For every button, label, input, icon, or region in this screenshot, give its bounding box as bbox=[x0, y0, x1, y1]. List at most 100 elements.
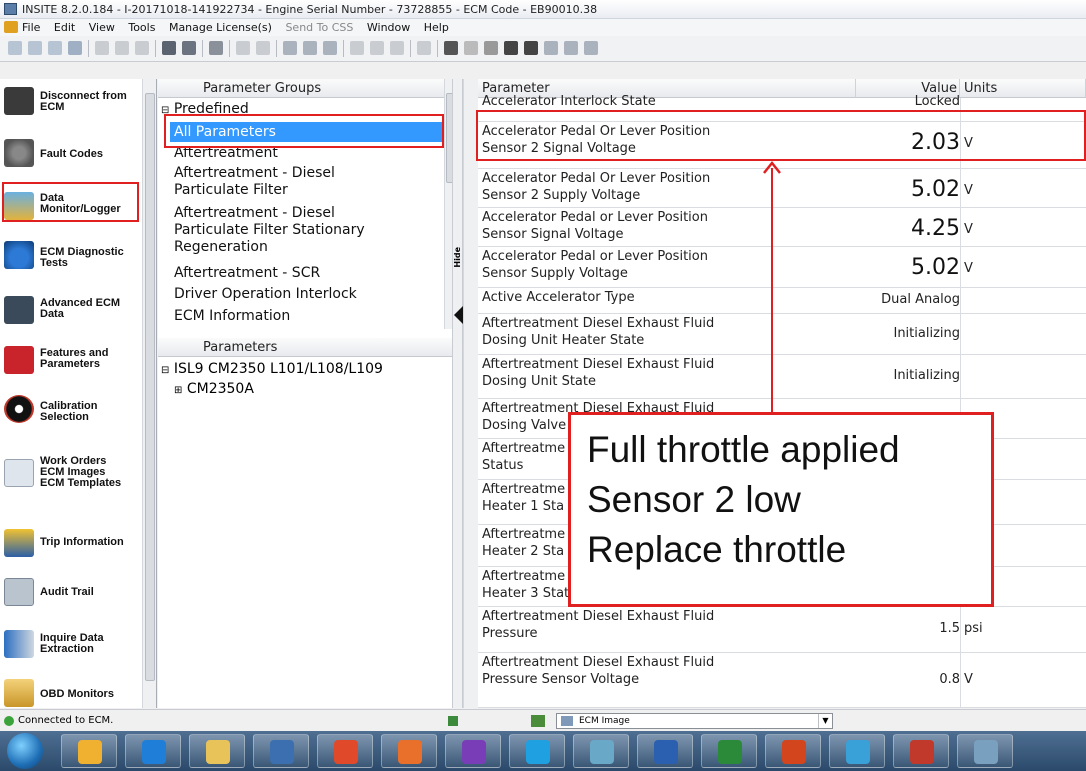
expand-icon[interactable]: ⊞ bbox=[174, 385, 182, 396]
toolbar-pause-icon[interactable] bbox=[504, 41, 518, 55]
window-title: INSITE 8.2.0.184 - I-20171018-141922734 … bbox=[22, 3, 598, 16]
table-row[interactable]: Aftertreatment Diesel Exhaust Fluid Dosi… bbox=[478, 355, 1086, 399]
menu-manage-license[interactable]: Manage License(s) bbox=[169, 21, 272, 34]
taskbar-button-network[interactable] bbox=[253, 734, 309, 768]
taskbar-button-office[interactable] bbox=[381, 734, 437, 768]
group-aftertreatment-dpf[interactable]: Aftertreatment - Diesel Particulate Filt… bbox=[170, 165, 448, 199]
taskbar-button-chrome[interactable] bbox=[317, 734, 373, 768]
start-orb-icon[interactable] bbox=[7, 733, 43, 769]
toolbar-stop-icon[interactable] bbox=[524, 41, 538, 55]
taskbar-button-skype[interactable] bbox=[509, 734, 565, 768]
toolbar-edit-icon[interactable] bbox=[256, 41, 270, 55]
toolbar-back-icon[interactable] bbox=[283, 41, 297, 55]
taskbar-button-internet-explorer[interactable] bbox=[125, 734, 181, 768]
status-bar: Connected to ECM. ECM Image ▼ bbox=[0, 709, 1086, 731]
table-row[interactable]: Accelerator Pedal Or Lever Position Sens… bbox=[478, 169, 1086, 208]
col-header-units[interactable]: Units bbox=[960, 79, 1086, 98]
group-aftertreatment-dpf-regen[interactable]: Aftertreatment - Diesel Particulate Filt… bbox=[170, 205, 448, 256]
menu-window[interactable]: Window bbox=[367, 21, 410, 34]
toolbar-cut-icon[interactable] bbox=[95, 41, 109, 55]
calibration-icon bbox=[4, 395, 34, 423]
menu-edit[interactable]: Edit bbox=[54, 21, 75, 34]
menu-help[interactable]: Help bbox=[424, 21, 449, 34]
toolbar-paste-icon[interactable] bbox=[135, 41, 149, 55]
taskbar-button-snipping[interactable] bbox=[893, 734, 949, 768]
menu-bar: File Edit View Tools Manage License(s) S… bbox=[0, 19, 1086, 36]
sidebar-item-inquire-data[interactable]: Inquire Data Extraction bbox=[0, 625, 142, 665]
hide-panel-strip[interactable]: Hide bbox=[452, 79, 463, 708]
tree-node-device[interactable]: ⊟ ISL9 CM2350 L101/L108/L109 bbox=[161, 361, 383, 377]
table-row[interactable]: Aftertreatment Diesel Exhaust Fluid Dosi… bbox=[478, 314, 1086, 355]
toolbar-ecm-icon[interactable] bbox=[303, 41, 317, 55]
menu-view[interactable]: View bbox=[89, 21, 115, 34]
toolbar-copy-icon[interactable] bbox=[115, 41, 129, 55]
param-name: Active Accelerator Type bbox=[482, 290, 635, 305]
toolbar-play-icon[interactable] bbox=[484, 41, 498, 55]
taskbar-button-tablet[interactable] bbox=[573, 734, 629, 768]
toolbar-disconnect-icon[interactable] bbox=[28, 41, 42, 55]
taskbar-button-desktop[interactable] bbox=[829, 734, 885, 768]
highlight-box-data-monitor bbox=[2, 182, 139, 222]
group-ecm-information[interactable]: ECM Information bbox=[170, 308, 448, 325]
param-name: Aftertreatment Diesel Exhaust Fluid Pres… bbox=[482, 609, 715, 641]
sidebar-item-audit-trail[interactable]: Audit Trail bbox=[0, 575, 142, 615]
ecm-image-select[interactable]: ECM Image ▼ bbox=[556, 713, 833, 729]
taskbar-button-word[interactable] bbox=[637, 734, 693, 768]
sidebar-scroll-thumb[interactable] bbox=[145, 93, 155, 681]
toolbar-tool-icon[interactable] bbox=[48, 41, 62, 55]
annotation-line-1: Full throttle applied bbox=[587, 429, 900, 470]
menu-file[interactable]: File bbox=[22, 21, 40, 34]
sidebar-item-ecm-diagnostic-tests[interactable]: ECM Diagnostic Tests bbox=[0, 235, 142, 275]
sidebar-item-advanced-ecm-data[interactable]: Advanced ECM Data bbox=[0, 292, 142, 332]
tree-node-ecm[interactable]: ⊞ CM2350A bbox=[174, 381, 254, 397]
toolbar-print-preview-icon[interactable] bbox=[182, 41, 196, 55]
tree-node-label: CM2350A bbox=[186, 381, 254, 397]
taskbar-button-file-explorer[interactable] bbox=[189, 734, 245, 768]
menu-tools[interactable]: Tools bbox=[128, 21, 155, 34]
taskbar-button-onenote[interactable] bbox=[445, 734, 501, 768]
table-left-scrollbar[interactable] bbox=[463, 79, 478, 708]
toolbar-connect-icon[interactable] bbox=[8, 41, 22, 55]
toolbar-chart-icon[interactable] bbox=[564, 41, 578, 55]
toolbar-export-icon[interactable] bbox=[584, 41, 598, 55]
toolbar-snapshot-icon[interactable] bbox=[464, 41, 478, 55]
toolbar-page-icon[interactable] bbox=[417, 41, 431, 55]
insite-icon bbox=[974, 740, 998, 764]
menu-send-to-css[interactable]: Send To CSS bbox=[285, 21, 353, 34]
sidebar-item-label: ECM Diagnostic Tests bbox=[40, 246, 124, 269]
taskbar-button-insite[interactable] bbox=[957, 734, 1013, 768]
toolbar-filter-icon[interactable] bbox=[390, 41, 404, 55]
sidebar-item-calibration[interactable]: Calibration Selection bbox=[0, 389, 142, 429]
sidebar-item-obd-monitors[interactable]: OBD Monitors bbox=[0, 675, 142, 708]
taskbar-button-outlook[interactable] bbox=[61, 734, 117, 768]
sidebar-item-trip-information[interactable]: Trip Information bbox=[0, 525, 142, 565]
toolbar-doc-icon[interactable] bbox=[350, 41, 364, 55]
toolbar-properties-icon[interactable] bbox=[236, 41, 250, 55]
group-aftertreatment-scr[interactable]: Aftertreatment - SCR bbox=[170, 265, 448, 282]
toolbar-monitor-icon[interactable] bbox=[323, 41, 337, 55]
table-row[interactable]: Aftertreatment Diesel Exhaust Fluid Pres… bbox=[478, 607, 1086, 653]
highlight-box-sensor-2-row bbox=[476, 110, 1086, 161]
taskbar-button-powerpoint[interactable] bbox=[765, 734, 821, 768]
taskbar-button-excel[interactable] bbox=[701, 734, 757, 768]
toolbar-grid-icon[interactable] bbox=[544, 41, 558, 55]
toolbar-record-icon[interactable] bbox=[444, 41, 458, 55]
toolbar-doc2-icon[interactable] bbox=[370, 41, 384, 55]
table-row[interactable]: Accelerator Pedal or Lever Position Sens… bbox=[478, 208, 1086, 247]
sidebar-item-work-orders[interactable]: Work Orders ECM Images ECM Templates bbox=[0, 451, 142, 501]
sidebar-item-features-parameters[interactable]: Features and Parameters bbox=[0, 342, 142, 382]
chevron-down-icon[interactable]: ▼ bbox=[818, 714, 832, 728]
collapse-icon[interactable]: ⊟ bbox=[161, 365, 169, 376]
tablet-icon bbox=[590, 740, 614, 764]
sidebar-item-disconnect[interactable]: Disconnect from ECM bbox=[0, 83, 142, 123]
toolbar-save-icon[interactable] bbox=[68, 41, 82, 55]
table-row[interactable]: Active Accelerator Type Dual Analog bbox=[478, 288, 1086, 314]
group-driver-operation-interlock[interactable]: Driver Operation Interlock bbox=[170, 286, 448, 303]
table-row[interactable]: Aftertreatment Diesel Exhaust Fluid Pres… bbox=[478, 653, 1086, 708]
toolbar-find-icon[interactable] bbox=[209, 41, 223, 55]
sidebar-scrollbar[interactable] bbox=[142, 79, 156, 708]
table-row[interactable]: Accelerator Pedal or Lever Position Sens… bbox=[478, 247, 1086, 288]
toolbar-print-icon[interactable] bbox=[162, 41, 176, 55]
collapse-arrow-icon[interactable] bbox=[454, 306, 463, 324]
sidebar-item-fault-codes[interactable]: Fault Codes bbox=[0, 134, 142, 174]
